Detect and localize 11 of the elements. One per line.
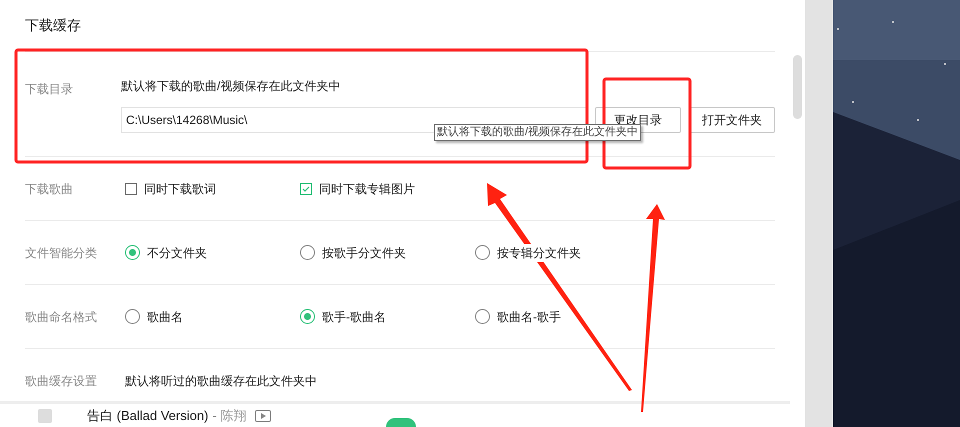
setting-label: 歌曲缓存设置 [25, 373, 98, 390]
section-title: 下载缓存 [25, 16, 81, 35]
setting-label: 文件智能分类 [25, 244, 98, 262]
setting-description: 默认将听过的歌曲缓存在此文件夹中 [125, 373, 317, 390]
separator: - [212, 408, 217, 423]
setting-label: 歌曲命名格式 [25, 308, 98, 326]
setting-label: 下载目录 [25, 82, 73, 96]
setting-description: 默认将下载的歌曲/视频保存在此文件夹中 [121, 78, 342, 95]
setting-label: 下载歌曲 [25, 180, 74, 198]
tooltip: 默认将下载的歌曲/视频保存在此文件夹中 [434, 124, 642, 141]
song-title: 告白 (Ballad Version) [87, 408, 208, 423]
